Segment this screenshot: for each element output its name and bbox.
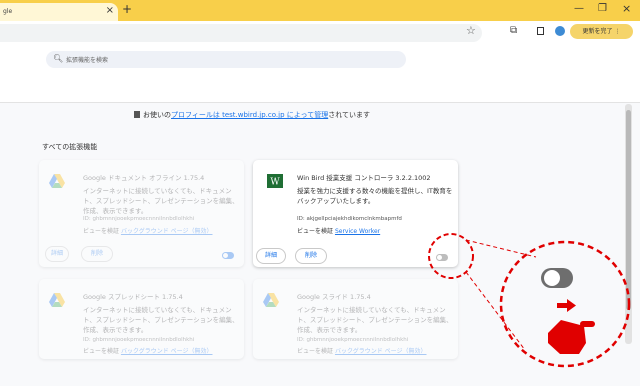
- drive-logo-icon: [49, 293, 65, 307]
- extension-name: Google スライド 1.75.4: [297, 293, 371, 301]
- managed-notice: お使いのプロフィールは test.wbird.jp.co.jp によって管理され…: [134, 110, 370, 120]
- winbird-logo-icon: W: [267, 174, 283, 188]
- address-bar[interactable]: [0, 24, 482, 42]
- tab-title: gle: [3, 8, 13, 15]
- scrollbar-thumb[interactable]: [626, 110, 631, 310]
- minimize-button[interactable]: —: [574, 3, 584, 14]
- svg-text:W: W: [270, 178, 280, 188]
- search-icon: 🔍︎: [53, 54, 64, 63]
- remove-button[interactable]: 削除: [81, 246, 113, 262]
- extension-desc: 授業を強力に支援する数々の機能を提供し、IT教育をバックアップいたします。: [297, 187, 453, 205]
- close-window-button[interactable]: ×: [622, 2, 631, 15]
- extension-views: ビューを検証 バックグラウンド ページ（無効）: [83, 228, 213, 235]
- remove-button[interactable]: 削除: [295, 248, 327, 264]
- extension-desc: インターネットに接続していなくても、ドキュメント、スプレッドシート、プレゼンテー…: [297, 306, 453, 334]
- view-link[interactable]: Service Worker: [335, 228, 380, 235]
- drive-logo-icon: [49, 174, 65, 188]
- extension-views: ビューを検証 バックグラウンド ページ（無効）: [83, 348, 213, 355]
- details-button[interactable]: 詳細: [45, 246, 69, 262]
- enable-toggle[interactable]: [436, 254, 448, 261]
- extension-views: ビューを検証 Service Worker: [297, 228, 381, 235]
- new-tab-button[interactable]: +: [122, 2, 132, 16]
- extension-id: ID: ghbmnnjooekpmoecnnnilnnbdlolhkhi: [83, 216, 195, 222]
- browser-toolbar: [0, 21, 640, 47]
- extension-card-sheets: Google スプレッドシート 1.75.4 インターネットに接続していなくても…: [39, 279, 244, 359]
- tab-close-icon[interactable]: ×: [106, 5, 114, 16]
- extensions-icon[interactable]: ⧉: [510, 25, 517, 36]
- extension-card-docs: Google ドキュメント オフライン 1.75.4 インターネットに接続してい…: [39, 160, 244, 267]
- extension-card-slides: Google スライド 1.75.4 インターネットに接続していなくても、ドキュ…: [253, 279, 458, 359]
- extension-views: ビューを検証 バックグラウンド ページ（無効）: [297, 348, 427, 355]
- building-icon: [134, 111, 140, 118]
- extension-id: ID: ghbmnnjooekpmoecnnnilnnbdlolhkhi: [83, 337, 195, 343]
- extension-desc: インターネットに接続していなくても、ドキュメント、スプレッドシート、プレゼンテー…: [83, 187, 239, 215]
- side-panel-icon[interactable]: [537, 27, 544, 35]
- search-placeholder: 拡張機能を検索: [66, 57, 109, 64]
- maximize-button[interactable]: ❐: [598, 3, 607, 14]
- view-link[interactable]: バックグラウンド ページ（無効）: [121, 348, 213, 355]
- update-button[interactable]: 更新を完了 ⋮: [570, 24, 633, 39]
- extension-id: ID: ghbmnnjooekpmoecnnnilnnbdlolhkhi: [297, 337, 409, 343]
- extension-card-winbird: W Win Bird 授業支援 コントローラ 3.2.2.1002 授業を強力に…: [253, 160, 458, 267]
- extension-desc: インターネットに接続していなくても、ドキュメント、スプレッドシート、プレゼンテー…: [83, 306, 239, 334]
- managed-link[interactable]: プロフィールは test.wbird.jp.co.jp によって管理: [171, 111, 328, 119]
- enable-toggle-zoomed: [541, 268, 573, 288]
- section-title: すべての拡張機能: [42, 143, 98, 151]
- extension-id: ID: akjgellpciajekhdikomclnkmbapmfd: [297, 216, 402, 222]
- extension-name: Google ドキュメント オフライン 1.75.4: [83, 174, 205, 182]
- view-link[interactable]: バックグラウンド ページ（無効）: [335, 348, 427, 355]
- details-button[interactable]: 詳細: [256, 248, 286, 264]
- extension-name: Win Bird 授業支援 コントローラ 3.2.2.1002: [297, 174, 431, 182]
- browser-tab[interactable]: gle ×: [0, 3, 118, 21]
- view-link[interactable]: バックグラウンド ページ（無効）: [121, 228, 213, 235]
- toggle-knob: [544, 270, 560, 286]
- extension-name: Google スプレッドシート 1.75.4: [83, 293, 183, 301]
- enable-toggle[interactable]: [222, 252, 234, 259]
- star-icon[interactable]: ☆: [466, 24, 476, 37]
- drive-logo-icon: [263, 293, 279, 307]
- avatar[interactable]: [555, 26, 565, 36]
- search-input[interactable]: 🔍︎ 拡張機能を検索: [46, 51, 406, 68]
